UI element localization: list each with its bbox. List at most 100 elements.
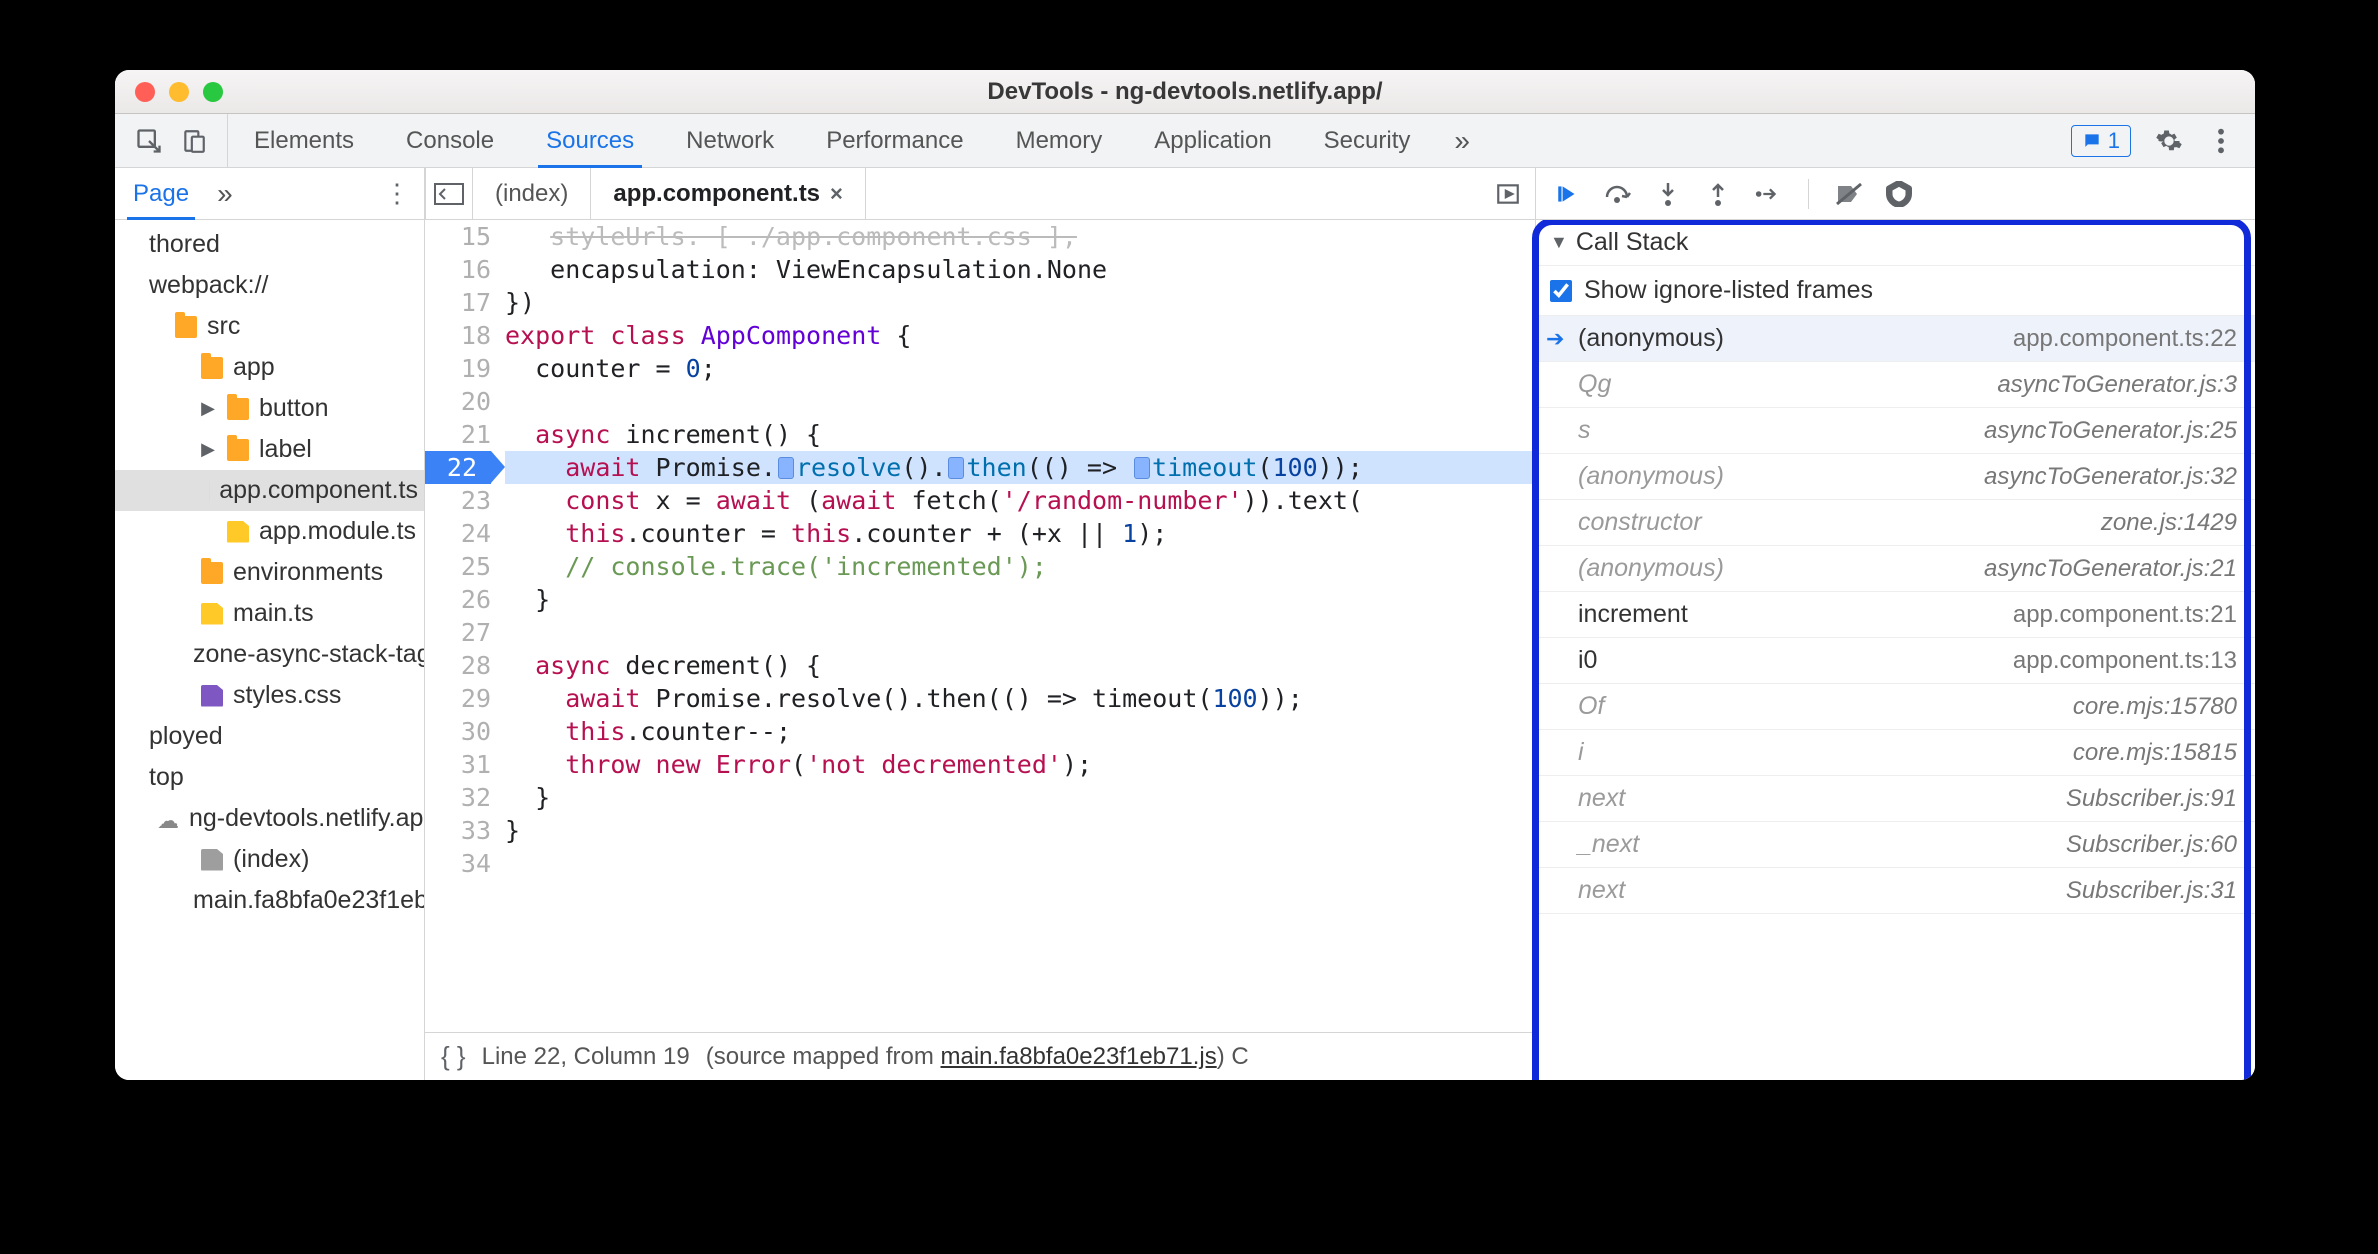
navigator-page-tab[interactable]: Page (115, 168, 207, 219)
debugger-sidebar: ▼ Call Stack Show ignore-listed frames (… (1535, 220, 2255, 1080)
tree-item[interactable]: src (115, 306, 424, 347)
main-tab-bar: ElementsConsoleSourcesNetworkPerformance… (115, 114, 2255, 168)
folder-icon (201, 562, 223, 584)
tree-item[interactable]: app.component.ts (115, 470, 424, 511)
code-content[interactable]: styleUrls. [ ./app.component.css ], enca… (505, 220, 1535, 1032)
pause-on-exceptions-icon[interactable] (1885, 180, 1913, 208)
tree-item[interactable]: ployed (115, 716, 424, 757)
call-stack-frame[interactable]: nextSubscriber.js:91 (1536, 776, 2255, 822)
folder-icon (227, 398, 249, 420)
tab-security[interactable]: Security (1298, 114, 1437, 167)
issues-badge[interactable]: 1 (2071, 125, 2131, 157)
file-tab[interactable]: app.component.ts× (591, 168, 866, 219)
tree-item[interactable]: main.fa8bfa0e23f1eb (115, 880, 424, 921)
issues-count: 1 (2108, 128, 2120, 154)
tree-item[interactable]: thored (115, 224, 424, 265)
call-stack-header[interactable]: ▼ Call Stack (1536, 220, 2255, 266)
navigator-overflow-icon[interactable]: » (207, 178, 243, 210)
devtools-window: DevTools - ng-devtools.netlify.app/ Elem… (115, 70, 2255, 1080)
folder-icon (227, 439, 249, 461)
close-tab-icon[interactable]: × (830, 181, 843, 207)
zoom-window-button[interactable] (203, 82, 223, 102)
settings-gear-icon[interactable] (2155, 127, 2183, 155)
tabs-overflow-icon[interactable]: » (1436, 114, 1488, 167)
show-ignored-checkbox[interactable] (1550, 280, 1572, 302)
call-stack-frame[interactable]: nextSubscriber.js:31 (1536, 868, 2255, 914)
editor-status-bar: { } Line 22, Column 19 (source mapped fr… (425, 1032, 1535, 1080)
pretty-print-icon[interactable]: { } (441, 1041, 466, 1072)
toolbar-left (115, 114, 228, 167)
folder-icon (201, 357, 223, 379)
call-stack-frame[interactable]: QgasyncToGenerator.js:3 (1536, 362, 2255, 408)
call-stack-frames[interactable]: (anonymous)app.component.ts:22QgasyncToG… (1536, 316, 2255, 1080)
call-stack-frame[interactable]: incrementapp.component.ts:21 (1536, 592, 2255, 638)
deactivate-breakpoints-icon[interactable] (1835, 180, 1863, 208)
file-tabs: (index)app.component.ts× (473, 168, 866, 219)
tab-console[interactable]: Console (380, 114, 520, 167)
tab-application[interactable]: Application (1128, 114, 1297, 167)
call-stack-frame[interactable]: constructorzone.js:1429 (1536, 500, 2255, 546)
tab-sources[interactable]: Sources (520, 114, 660, 167)
call-stack-title: Call Stack (1576, 228, 1689, 257)
show-ignored-row[interactable]: Show ignore-listed frames (1536, 266, 2255, 316)
resume-icon[interactable] (1554, 180, 1582, 208)
tree-item[interactable]: zone-async-stack-tag (115, 634, 424, 675)
tree-item[interactable]: top (115, 757, 424, 798)
tree-item[interactable]: environments (115, 552, 424, 593)
tab-network[interactable]: Network (660, 114, 800, 167)
step-over-icon[interactable] (1604, 180, 1632, 208)
call-stack-frame[interactable]: sasyncToGenerator.js:25 (1536, 408, 2255, 454)
disclosure-triangle-icon: ▼ (1550, 232, 1568, 253)
tab-performance[interactable]: Performance (800, 114, 989, 167)
call-stack-frame[interactable]: (anonymous)asyncToGenerator.js:32 (1536, 454, 2255, 500)
window-title: DevTools - ng-devtools.netlify.app/ (115, 78, 2255, 106)
call-stack-frame[interactable]: (anonymous)asyncToGenerator.js:21 (1536, 546, 2255, 592)
tab-memory[interactable]: Memory (990, 114, 1129, 167)
minimize-window-button[interactable] (169, 82, 189, 102)
source-map-link[interactable]: main.fa8bfa0e23f1eb71.js (941, 1043, 1217, 1070)
step-into-icon[interactable] (1654, 180, 1682, 208)
close-window-button[interactable] (135, 82, 155, 102)
tree-item[interactable]: app.module.ts (115, 511, 424, 552)
navigator-more-icon[interactable]: ⋮ (370, 178, 424, 209)
sources-body: thoredwebpack://srcapp▶button▶labelapp.c… (115, 220, 2255, 1080)
tree-item[interactable]: ▶label (115, 429, 424, 470)
navigator-header: Page » ⋮ (115, 168, 425, 219)
call-stack-frame[interactable]: (anonymous)app.component.ts:22 (1536, 316, 2255, 362)
editor-history-nav[interactable] (425, 168, 473, 220)
file-tree[interactable]: thoredwebpack://srcapp▶button▶labelapp.c… (115, 220, 425, 1080)
folder-icon (175, 316, 197, 338)
traffic-lights (115, 82, 223, 102)
sources-sub-toolbar: Page » ⋮ (index)app.component.ts× (115, 168, 2255, 220)
tree-item[interactable]: (index) (115, 839, 424, 880)
file-icon (201, 603, 223, 625)
tree-item[interactable]: styles.css (115, 675, 424, 716)
run-snippet-icon[interactable] (1495, 181, 1521, 207)
code-editor[interactable]: 1516171819202122232425262728293031323334… (425, 220, 1535, 1080)
call-stack-frame[interactable]: Ofcore.mjs:15780 (1536, 684, 2255, 730)
tree-item[interactable]: ▶button (115, 388, 424, 429)
gutter[interactable]: 1516171819202122232425262728293031323334 (425, 220, 505, 1032)
more-menu-icon[interactable] (2207, 127, 2235, 155)
tree-item[interactable]: ☁ng-devtools.netlify.app (115, 798, 424, 839)
inspect-element-icon[interactable] (135, 127, 163, 155)
call-stack-frame[interactable]: _nextSubscriber.js:60 (1536, 822, 2255, 868)
tree-item[interactable]: webpack:// (115, 265, 424, 306)
file-tab[interactable]: (index) (473, 168, 591, 219)
cloud-icon: ☁ (157, 808, 179, 830)
call-stack-frame[interactable]: icore.mjs:15815 (1536, 730, 2255, 776)
file-icon (201, 685, 223, 707)
step-icon[interactable] (1754, 180, 1782, 208)
step-out-icon[interactable] (1704, 180, 1732, 208)
call-stack-frame[interactable]: i0app.component.ts:13 (1536, 638, 2255, 684)
titlebar: DevTools - ng-devtools.netlify.app/ (115, 70, 2255, 114)
tree-item[interactable]: app (115, 347, 424, 388)
tree-item[interactable]: main.ts (115, 593, 424, 634)
file-icon (227, 521, 249, 543)
debugger-toolbar (1535, 168, 2255, 219)
tab-elements[interactable]: Elements (228, 114, 380, 167)
device-toggle-icon[interactable] (181, 128, 207, 154)
main-tabs: ElementsConsoleSourcesNetworkPerformance… (228, 114, 1436, 167)
cursor-position: Line 22, Column 19 (482, 1043, 690, 1071)
show-ignored-label: Show ignore-listed frames (1584, 276, 1873, 305)
